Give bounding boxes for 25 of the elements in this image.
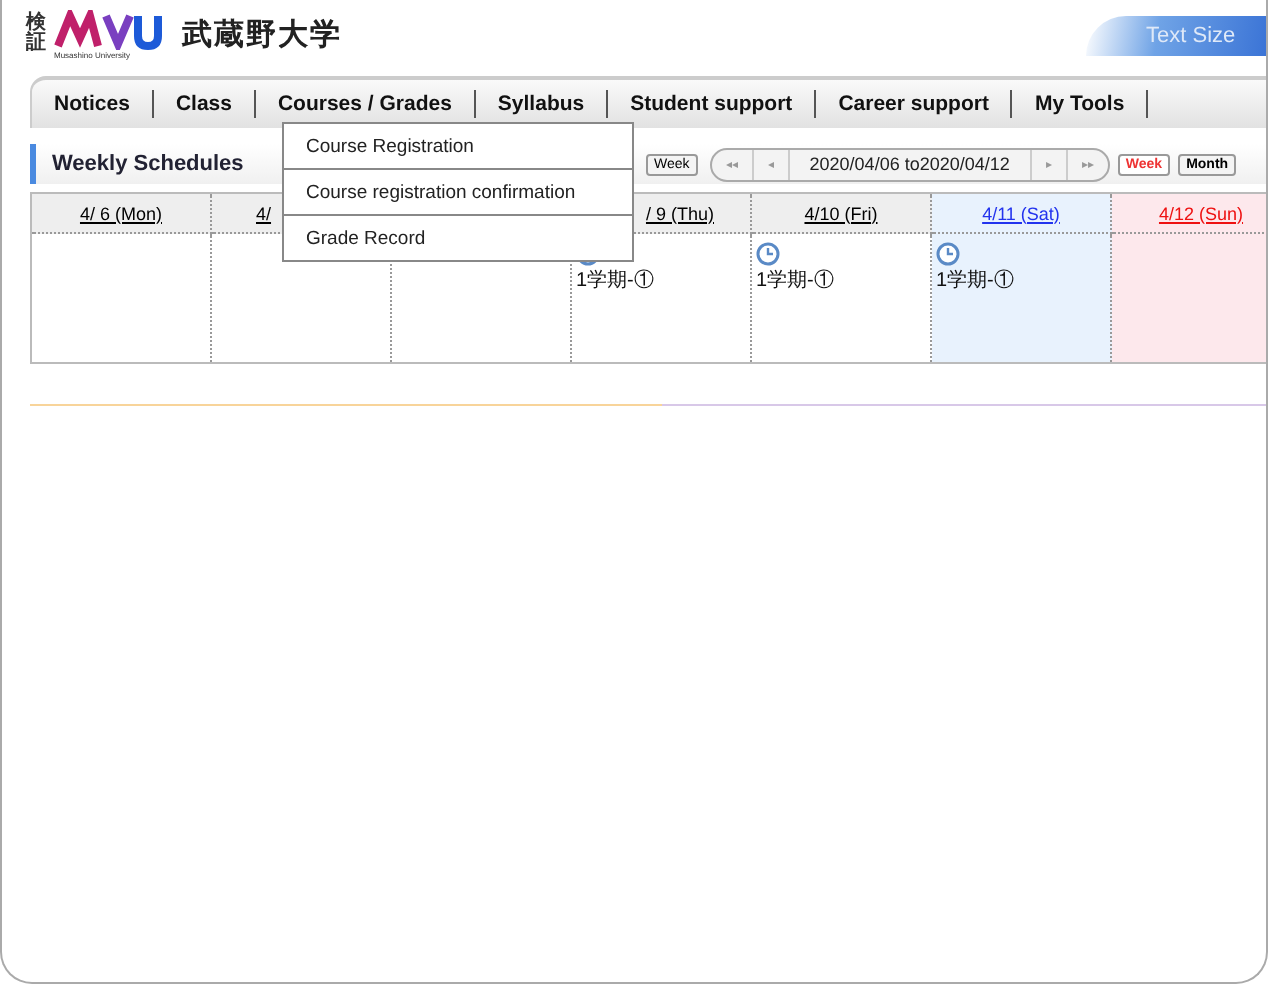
university-name: 武蔵野大学 [182,15,342,53]
day-link[interactable]: 4/12 (Sun) [1158,203,1244,223]
nav-item[interactable]: My Tools [1012,90,1149,118]
section-title: Weekly Schedules [50,152,246,176]
menu-item[interactable]: Course Registration [284,124,632,170]
clock-icon [756,242,780,266]
day-link[interactable]: 4/11 (Sat) [982,203,1060,223]
nav-item[interactable]: Student support [608,90,817,118]
nav-item[interactable]: Courses / Grades [255,90,476,118]
nav-item[interactable]: Career support [816,90,1013,118]
menu-item[interactable]: Course registration confirmation [284,170,632,216]
nav-item[interactable]: Notices [32,90,154,118]
day-link[interactable]: 4/10 (Fri) [804,203,878,223]
nav-item[interactable]: Class [153,90,256,118]
nav-item[interactable]: Syllabus [475,90,609,118]
logo-text: 検証 [26,14,46,54]
event-label[interactable]: 1学期-① [756,266,834,294]
day-link[interactable]: 4/ [256,203,272,223]
date-range: 2020/04/06 to2020/04/12 [807,154,1012,174]
day-link[interactable]: 4/ 6 (Mon) [79,203,162,223]
logo-icon [54,9,166,49]
event-label[interactable]: 1学期-① [936,266,1014,294]
event-label[interactable]: 1学期-① [576,266,654,294]
clock-icon [936,242,960,266]
day-link[interactable]: / 9 (Thu) [645,203,714,223]
